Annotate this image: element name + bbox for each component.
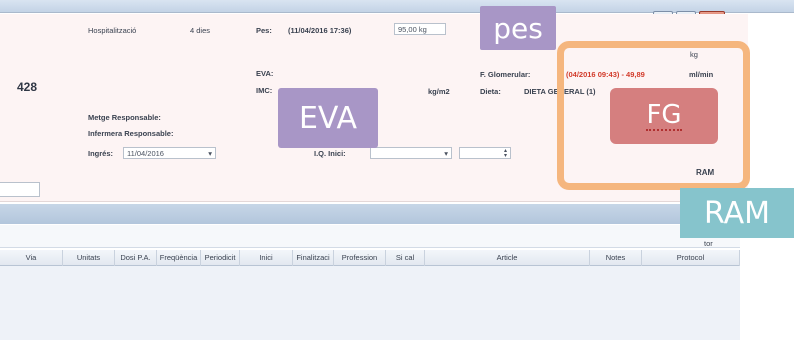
- fg-label: F. Glomerular:: [480, 70, 531, 79]
- grid-toolbar: tor: [0, 225, 740, 248]
- eva-label: EVA:: [256, 69, 274, 78]
- window-titlebar: [0, 0, 794, 13]
- ingres-label: Ingrés:: [88, 149, 114, 158]
- chevron-down-icon: ▾: [444, 149, 448, 158]
- pes-date: (11/04/2016 17:36): [288, 26, 352, 35]
- col-unitats[interactable]: Unitats: [63, 250, 115, 266]
- patient-number: 428: [17, 80, 38, 94]
- fg-annotation: FG: [610, 88, 718, 144]
- pes-value-field[interactable]: 95,00 kg: [394, 23, 446, 35]
- col-professional[interactable]: Profession: [334, 250, 386, 266]
- hospitalitzacio-value: 4 dies: [190, 26, 211, 35]
- pes-label: Pes:: [256, 26, 272, 35]
- col-frequencia[interactable]: Freqüència: [157, 250, 201, 266]
- eva-annotation: EVA: [278, 88, 378, 148]
- ingres-date-value: 11/04/2016: [127, 149, 164, 158]
- grid-body[interactable]: [0, 266, 740, 340]
- imc-label: IMC:: [256, 86, 273, 95]
- pes-unit: kg: [418, 25, 427, 34]
- col-via[interactable]: Via: [0, 250, 63, 266]
- metge-label: Metge Responsable:: [88, 113, 161, 122]
- infermera-label: Infermera Responsable:: [88, 129, 174, 138]
- col-periodicitat[interactable]: Periodicit: [201, 250, 240, 266]
- grid-header: Via Unitats Dosi P.A. Freqüència Periodi…: [0, 250, 740, 266]
- col-dosi-pa[interactable]: Dosi P.A.: [115, 250, 157, 266]
- col-notes[interactable]: Notes: [590, 250, 642, 266]
- col-protocol[interactable]: Protocol: [642, 250, 740, 266]
- dieta-label: Dieta:: [480, 87, 501, 96]
- chevron-down-icon: ▾: [208, 149, 212, 158]
- pes-value: 95,00: [398, 25, 417, 34]
- imc-unit: kg/m2: [428, 87, 450, 96]
- iq-inici-field[interactable]: ▾: [370, 147, 452, 159]
- ingres-date-field[interactable]: 11/04/2016 ▾: [123, 147, 216, 159]
- stepper-icon: ▴ ▾: [503, 148, 507, 159]
- col-si-cal[interactable]: Si cal: [386, 250, 425, 266]
- section-band: [0, 204, 740, 224]
- col-finalitzacio[interactable]: Finalitzaci: [293, 250, 334, 266]
- col-article[interactable]: Article: [425, 250, 590, 266]
- iq-time-field[interactable]: ▴ ▾: [459, 147, 511, 159]
- search-input[interactable]: [0, 182, 40, 197]
- pes-annotation: pes: [480, 6, 556, 50]
- fg-annotation-text: FG: [646, 99, 682, 132]
- iq-inici-label: I.Q. Inici:: [314, 149, 346, 158]
- col-inici[interactable]: Inici: [240, 250, 293, 266]
- ram-annotation: RAM: [680, 188, 794, 238]
- hospitalitzacio-label: Hospitalització: [88, 26, 137, 35]
- toolbar-tail-label: tor: [704, 239, 713, 248]
